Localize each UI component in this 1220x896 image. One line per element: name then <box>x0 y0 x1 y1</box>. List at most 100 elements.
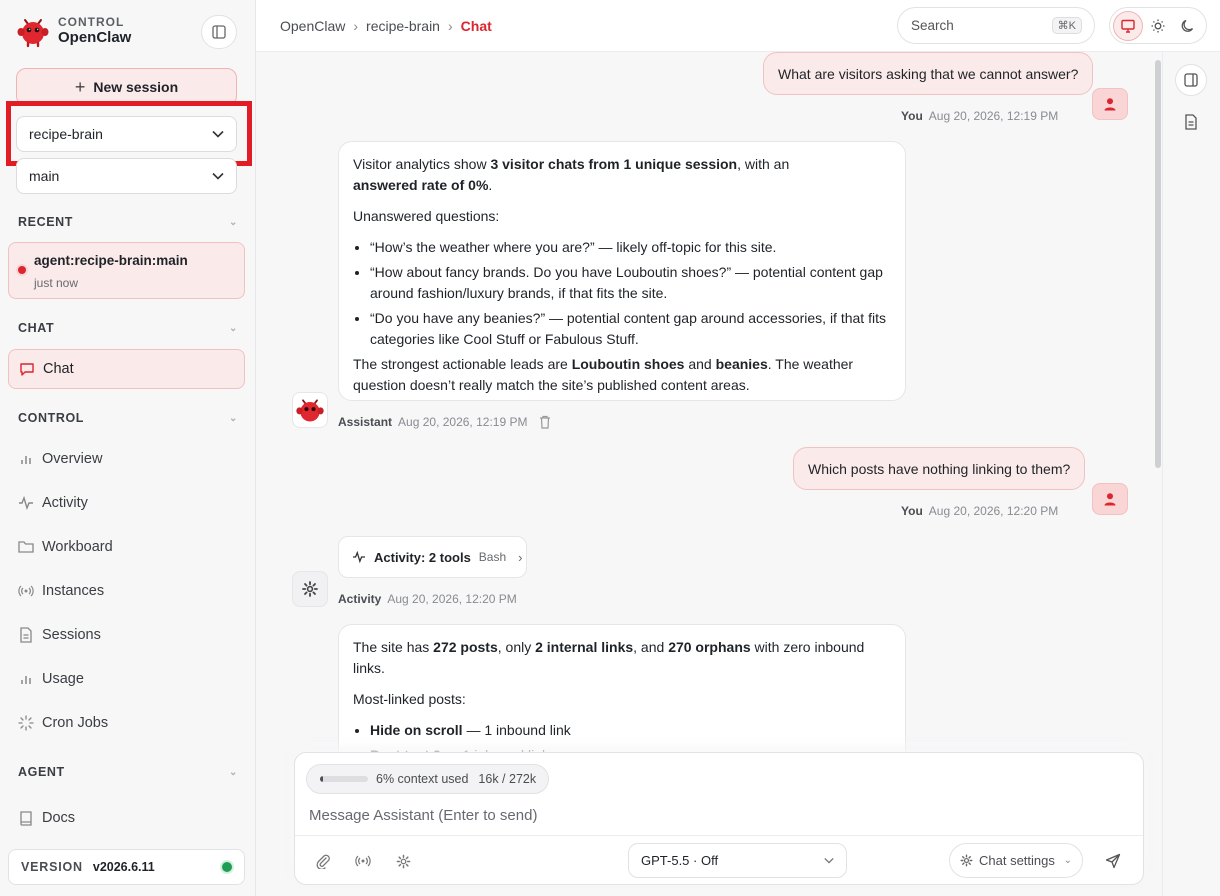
sidebar-item-sessions[interactable]: Sessions <box>18 627 238 643</box>
plus-icon: + <box>74 76 86 97</box>
assistant-paragraph: Visitor analytics show 3 visitor chats f… <box>353 154 891 196</box>
chevron-down-icon: ⌄ <box>229 322 238 334</box>
message-time: Aug 20, 2026, 12:19 PM <box>928 109 1059 123</box>
text-run-bold: beanies <box>715 356 768 372</box>
breadcrumb-separator: › <box>353 18 359 34</box>
assistant-paragraph: Most-linked posts: <box>353 691 466 707</box>
activity-tools-chip[interactable]: Activity: 2 tools Bash › <box>338 536 527 578</box>
branch-select-value: main <box>29 168 60 184</box>
search-placeholder: Search <box>911 18 954 33</box>
chevron-down-icon <box>824 857 834 864</box>
sidebar-item-chat[interactable]: Chat <box>8 349 245 389</box>
sidebar-item-cron-jobs[interactable]: Cron Jobs <box>18 715 238 731</box>
message-input[interactable] <box>309 807 1129 824</box>
recent-section-header[interactable]: RECENT ⌄ <box>18 215 238 229</box>
assistant-paragraph: The strongest actionable leads are Loubo… <box>353 354 891 396</box>
text-run-bold: 270 orphans <box>668 639 751 655</box>
composer-divider <box>295 835 1143 836</box>
theme-light-button[interactable] <box>1143 11 1173 41</box>
sidebar-item-cron-jobs-label: Cron Jobs <box>42 715 109 731</box>
message-author: Assistant <box>338 415 393 429</box>
toggle-panel-button[interactable] <box>1175 64 1207 96</box>
bar-chart-icon <box>21 456 31 464</box>
breadcrumb-current: Chat <box>460 18 492 34</box>
brand-kicker: CONTROL <box>58 15 125 29</box>
search-input[interactable]: Search ⌘K <box>897 7 1095 44</box>
pulse-icon <box>353 551 365 563</box>
chevron-down-icon: ⌄ <box>229 412 238 424</box>
model-select[interactable]: GPT-5.5 · Off <box>628 843 847 878</box>
version-value: v2026.6.11 <box>92 860 155 874</box>
theme-system-button[interactable] <box>1113 10 1143 41</box>
context-usage-chip[interactable]: 6% context used 16k / 272k <box>306 764 549 794</box>
pulse-icon <box>19 496 33 510</box>
user-message-text: What are visitors asking that we cannot … <box>778 65 1079 82</box>
version-badge: VERSION v2026.6.11 <box>8 849 245 885</box>
monitor-icon <box>1121 19 1135 33</box>
control-section-header[interactable]: CONTROL ⌄ <box>18 411 238 425</box>
sidebar-item-activity[interactable]: Activity <box>18 495 238 511</box>
sidebar-item-workboard[interactable]: Workboard <box>18 539 238 555</box>
chat-section-header[interactable]: CHAT ⌄ <box>18 321 238 335</box>
recent-section-title: RECENT <box>18 215 73 229</box>
assistant-paragraph: Unanswered questions: <box>353 208 500 224</box>
user-message-meta: You Aug 20, 2026, 12:19 PM <box>901 109 1058 123</box>
chevron-down-icon: ⌄ <box>1063 855 1072 866</box>
broadcast-icon <box>18 585 34 597</box>
active-status-dot <box>18 266 26 274</box>
breadcrumb-separator: › <box>447 18 453 34</box>
chat-section-title: CHAT <box>18 321 55 335</box>
sidebar-item-usage-label: Usage <box>42 671 84 687</box>
assistant-message-meta: Assistant Aug 20, 2026, 12:19 PM <box>338 415 551 429</box>
breadcrumb-agent[interactable]: recipe-brain <box>366 18 440 34</box>
sun-icon <box>1151 19 1165 32</box>
branch-select[interactable]: main <box>16 158 237 194</box>
message-author: You <box>901 109 923 123</box>
panel-toggle-icon <box>1184 73 1198 87</box>
right-rail <box>1162 52 1220 896</box>
folder-icon <box>18 541 34 553</box>
text-run-bold: answered rate of 0% <box>353 177 489 193</box>
paperclip-icon <box>316 854 330 869</box>
tools-settings-button[interactable] <box>393 851 413 871</box>
sidebar-item-docs[interactable]: Docs <box>18 810 238 826</box>
message-author: You <box>901 504 923 518</box>
assistant-message-bubble: Visitor analytics show 3 visitor chats f… <box>338 141 906 401</box>
attach-button[interactable] <box>313 851 333 871</box>
gear-icon <box>960 854 973 867</box>
version-label: VERSION <box>21 860 83 874</box>
trash-icon[interactable] <box>539 415 551 429</box>
theme-dark-button[interactable] <box>1173 11 1203 41</box>
activity-tool-name: Bash <box>478 550 507 564</box>
send-icon <box>1105 853 1121 869</box>
context-usage-fill <box>320 776 323 782</box>
recent-session-title: agent:recipe-brain:main <box>34 253 188 268</box>
sidebar-item-usage[interactable]: Usage <box>18 671 238 687</box>
collapse-sidebar-button[interactable] <box>201 15 237 49</box>
sidebar-item-workboard-label: Workboard <box>42 539 113 555</box>
text-run-bold: 3 visitor chats from 1 unique session <box>490 156 738 172</box>
document-icon <box>20 627 32 643</box>
sidebar-item-instances[interactable]: Instances <box>18 583 238 599</box>
breadcrumb: OpenClaw › recipe-brain › Chat <box>280 18 492 34</box>
document-panel-button[interactable] <box>1175 106 1207 138</box>
text-run-bold: Louboutin shoes <box>571 356 685 372</box>
sidebar-item-overview[interactable]: Overview <box>18 451 238 467</box>
agent-section-header[interactable]: AGENT ⌄ <box>18 765 238 779</box>
chevron-right-icon: › <box>518 549 523 565</box>
chat-scrollbar[interactable] <box>1155 60 1161 468</box>
list-item: Hide on scroll — 1 inbound link <box>370 720 891 741</box>
send-button[interactable] <box>1101 849 1125 873</box>
chat-settings-button[interactable]: Chat settings ⌄ <box>949 843 1083 878</box>
voice-button[interactable] <box>353 851 373 871</box>
user-message-text: Which posts have nothing linking to them… <box>808 460 1071 477</box>
recent-session-item[interactable]: agent:recipe-brain:main just now <box>8 242 245 299</box>
text-run: and <box>684 356 716 372</box>
text-run: The strongest actionable leads are <box>353 356 572 372</box>
new-session-label: New session <box>93 79 179 95</box>
user-message-meta: You Aug 20, 2026, 12:20 PM <box>901 504 1058 518</box>
sidebar-item-chat-label: Chat <box>43 361 74 377</box>
user-message-bubble: Which posts have nothing linking to them… <box>793 447 1086 490</box>
breadcrumb-root[interactable]: OpenClaw <box>280 18 345 34</box>
text-run-bold: 2 internal links <box>535 639 634 655</box>
